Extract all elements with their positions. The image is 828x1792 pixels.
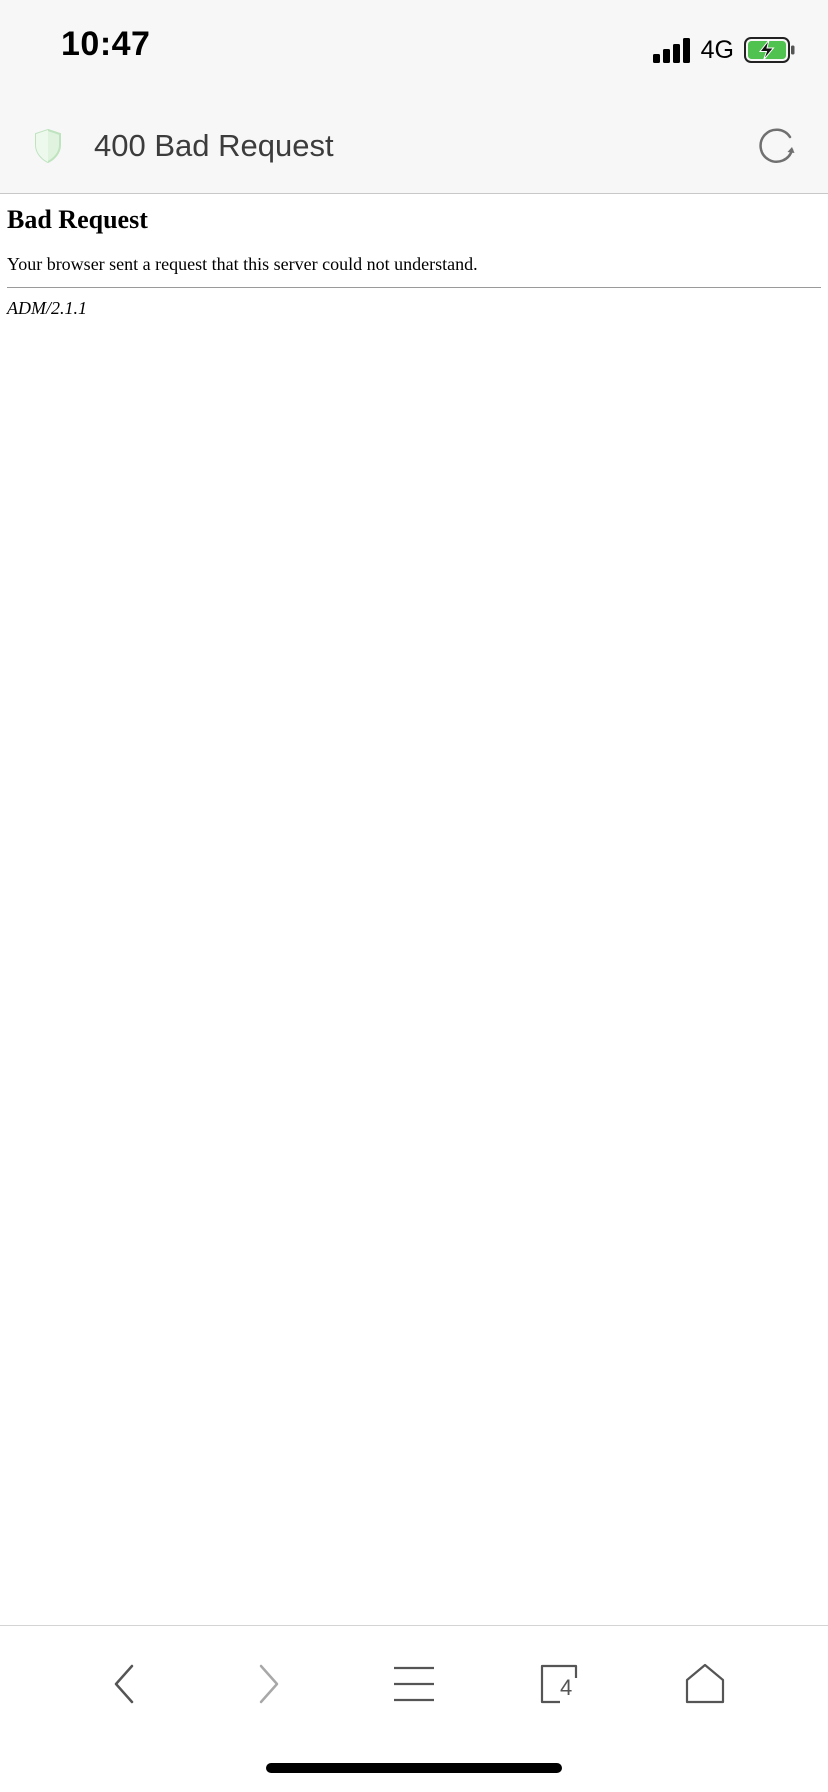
error-message: Your browser sent a request that this se… [7, 254, 478, 274]
back-icon [114, 1664, 134, 1704]
forward-icon [259, 1664, 279, 1704]
address-bar[interactable]: 400 Bad Request [0, 100, 828, 194]
forward-button[interactable] [238, 1656, 298, 1712]
server-signature: ADM/2.1.1 [7, 298, 87, 318]
reload-icon[interactable] [756, 125, 798, 167]
home-icon [685, 1663, 725, 1704]
tabs-button[interactable]: 4 [530, 1656, 590, 1712]
status-indicators: 4G [652, 34, 796, 66]
error-heading: Bad Request [7, 205, 148, 234]
cellular-signal-icon [652, 37, 693, 63]
page-title: 400 Bad Request [94, 128, 334, 163]
network-type: 4G [700, 35, 734, 64]
home-indicator[interactable] [266, 1763, 562, 1773]
tabs-count: 4 [560, 1675, 573, 1700]
status-bar: 10:47 4G [0, 0, 828, 100]
battery-charging-icon [744, 37, 795, 63]
home-button[interactable] [675, 1656, 735, 1712]
status-time: 10:47 [61, 25, 151, 63]
page-content: Bad Request Your browser sent a request … [0, 195, 828, 319]
shield-icon [35, 128, 61, 164]
back-button[interactable] [95, 1656, 155, 1712]
menu-button[interactable] [384, 1656, 444, 1712]
menu-icon [394, 1666, 434, 1702]
divider [7, 287, 821, 288]
